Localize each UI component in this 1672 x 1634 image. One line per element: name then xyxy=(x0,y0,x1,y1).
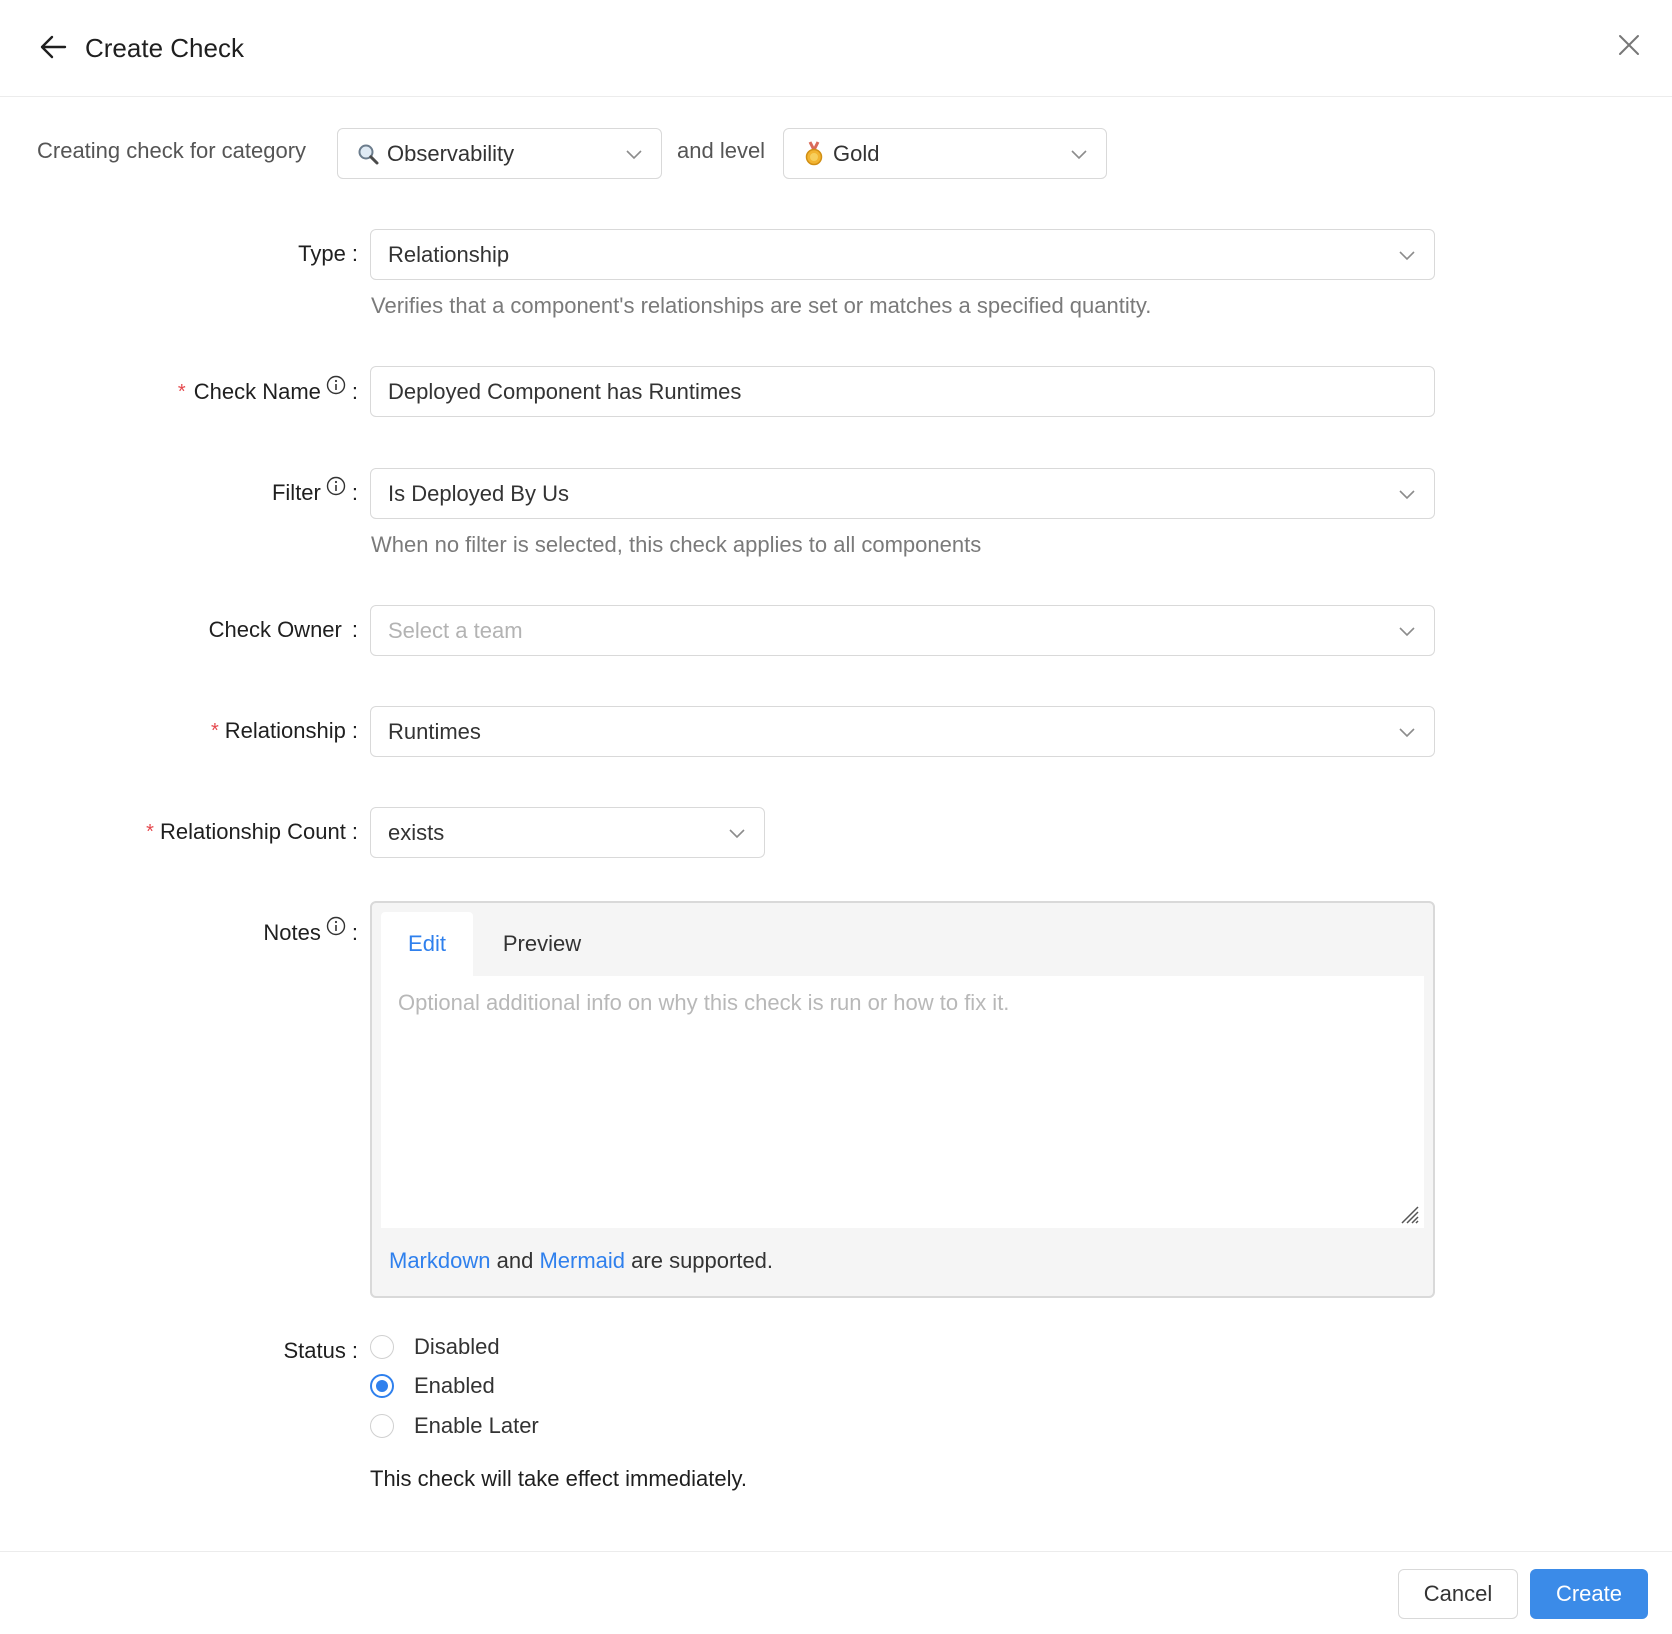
status-note: This check will take effect immediately. xyxy=(370,1466,747,1491)
close-icon xyxy=(1619,35,1639,55)
radio-circle[interactable] xyxy=(370,1414,394,1438)
magnifying-glass-icon xyxy=(355,141,381,167)
type-label: Type: xyxy=(298,241,358,266)
relationship-count-value: exists xyxy=(388,819,445,845)
notes-footer: Markdown and Mermaid are supported. xyxy=(389,1248,774,1273)
type-select[interactable]: Relationship xyxy=(370,229,1435,280)
check-owner-label: Check Owner: xyxy=(208,617,358,642)
chevron-down-icon xyxy=(1071,150,1087,160)
required-marker: * xyxy=(211,720,219,742)
notes-editor: Edit Preview Markdown and Mermaid are su… xyxy=(370,901,1435,1298)
required-marker: * xyxy=(146,821,154,843)
category-select[interactable]: Observability xyxy=(337,128,662,179)
radio-circle[interactable] xyxy=(370,1335,394,1359)
level-select[interactable]: Gold xyxy=(783,128,1107,179)
create-check-dialog: Create Check Creating check for category… xyxy=(0,0,1672,1634)
chevron-down-icon xyxy=(1399,251,1415,261)
status-radio-enabled[interactable]: Enabled xyxy=(370,1373,495,1399)
type-value: Relationship xyxy=(388,241,510,267)
info-icon[interactable] xyxy=(326,476,346,496)
chevron-down-icon xyxy=(729,829,745,839)
resize-handle-icon[interactable] xyxy=(1396,1201,1420,1225)
gold-medal-icon xyxy=(801,140,827,167)
filter-label: Filter : xyxy=(272,476,358,508)
check-owner-select[interactable]: Select a team xyxy=(370,605,1435,656)
chevron-down-icon xyxy=(1399,728,1415,738)
tab-preview[interactable]: Preview xyxy=(482,912,602,976)
status-label: Status: xyxy=(283,1338,359,1363)
status-radio-disabled[interactable]: Disabled xyxy=(370,1334,500,1360)
chevron-down-icon xyxy=(626,150,642,160)
relationship-count-select[interactable]: exists xyxy=(370,807,765,858)
arrow-left-icon xyxy=(40,35,67,59)
level-value: Gold xyxy=(833,140,880,166)
chevron-down-icon xyxy=(1399,627,1415,637)
create-button[interactable]: Create xyxy=(1530,1569,1648,1619)
category-prefix-label: Creating check for category xyxy=(37,138,307,163)
radio-circle-selected[interactable] xyxy=(370,1374,394,1398)
check-name-input[interactable]: Deployed Component has Runtimes xyxy=(370,366,1435,417)
category-value: Observability xyxy=(387,140,515,166)
cancel-button[interactable]: Cancel xyxy=(1398,1569,1518,1619)
markdown-link[interactable]: Markdown xyxy=(389,1248,490,1273)
mermaid-link[interactable]: Mermaid xyxy=(539,1248,625,1273)
required-marker: * xyxy=(177,381,186,403)
filter-value: Is Deployed By Us xyxy=(388,480,569,506)
type-help-text: Verifies that a component's relationship… xyxy=(371,293,1152,318)
chevron-down-icon xyxy=(1399,490,1415,500)
info-icon[interactable] xyxy=(326,375,346,395)
page-title: Create Check xyxy=(85,33,244,63)
info-icon[interactable] xyxy=(326,916,346,936)
relationship-count-label: * Relationship Count: xyxy=(146,817,358,847)
close-button[interactable] xyxy=(1612,28,1646,62)
check-name-value: Deployed Component has Runtimes xyxy=(388,378,742,404)
dialog-header: Create Check xyxy=(0,0,1672,97)
relationship-value: Runtimes xyxy=(388,718,481,744)
status-radio-enable-later[interactable]: Enable Later xyxy=(370,1413,539,1439)
check-name-label: * Check Name : xyxy=(177,375,358,407)
level-joiner-label: and level xyxy=(677,138,766,163)
tab-edit[interactable]: Edit xyxy=(381,912,473,976)
filter-select[interactable]: Is Deployed By Us xyxy=(370,468,1435,519)
filter-help-text: When no filter is selected, this check a… xyxy=(371,532,982,557)
notes-textarea[interactable] xyxy=(381,976,1424,1228)
notes-label: Notes : xyxy=(263,916,358,948)
relationship-label: * Relationship: xyxy=(211,716,358,746)
relationship-select[interactable]: Runtimes xyxy=(370,706,1435,757)
back-button[interactable] xyxy=(36,30,70,64)
check-owner-placeholder: Select a team xyxy=(388,617,523,643)
